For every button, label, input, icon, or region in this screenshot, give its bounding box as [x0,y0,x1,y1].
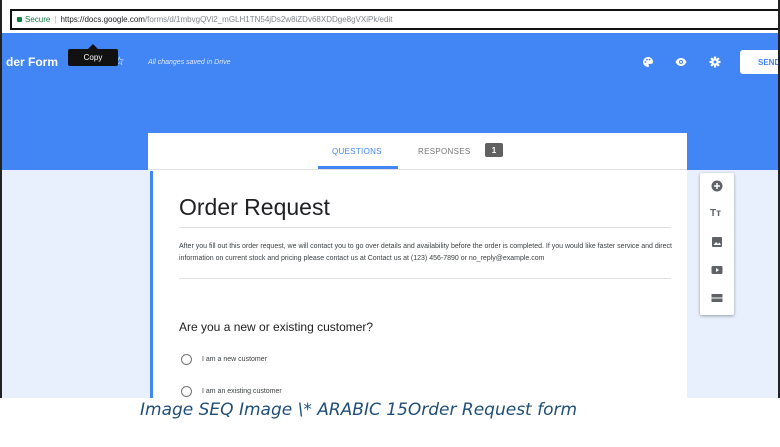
option-label: I am an existing customer [202,388,282,395]
form-title[interactable]: Order Request [179,194,330,221]
question-toolbar: Tт [700,173,734,315]
title-underline [179,227,671,228]
radio-option-new-customer[interactable]: I am a new customer [181,354,267,365]
save-status: All changes saved in Drive [148,59,231,66]
address-bar[interactable]: Secure | https://docs.google.com /forms/… [10,9,778,30]
lock-icon [17,17,22,22]
send-button[interactable]: SEND [740,50,778,74]
figure-caption: Image SEQ Image \* ARABIC 15Order Reques… [140,400,578,420]
add-question-icon[interactable] [711,180,723,192]
settings-gear-icon[interactable] [709,56,721,68]
separator: | [54,15,57,24]
add-video-icon[interactable] [711,264,723,276]
palette-icon[interactable] [642,56,654,68]
form-name[interactable]: der Form [6,55,58,69]
screenshot: Secure | https://docs.google.com /forms/… [0,0,780,398]
radio-option-existing-customer[interactable]: I am an existing customer [181,386,282,397]
tab-responses[interactable]: RESPONSES [418,147,471,156]
preview-eye-icon[interactable] [675,56,687,68]
responses-count-badge: 1 [485,143,503,157]
description-underline [179,278,671,279]
left-background [2,170,150,398]
tab-questions[interactable]: QUESTIONS [332,147,382,156]
form-card: Order Request After you fill out this or… [150,171,686,398]
question-title[interactable]: Are you a new or existing customer? [179,320,373,334]
form-description[interactable]: After you fill out this order request, w… [179,241,674,265]
url-host: https://docs.google.com [60,15,145,24]
add-image-icon[interactable] [711,236,723,248]
tab-bar: QUESTIONS RESPONSES 1 [148,133,687,170]
add-section-icon[interactable] [711,292,723,304]
secure-label: Secure [25,15,51,24]
active-tab-indicator [318,166,398,169]
copy-tooltip: Copy [68,44,118,66]
option-label: I am a new customer [202,356,267,363]
add-title-icon[interactable]: Tт [710,208,726,220]
url-path: /forms/d/1mbvgQVi2_mGLH1TN54jDs2w8iZDv68… [144,15,393,24]
radio-button[interactable] [181,354,192,365]
radio-button[interactable] [181,386,192,397]
